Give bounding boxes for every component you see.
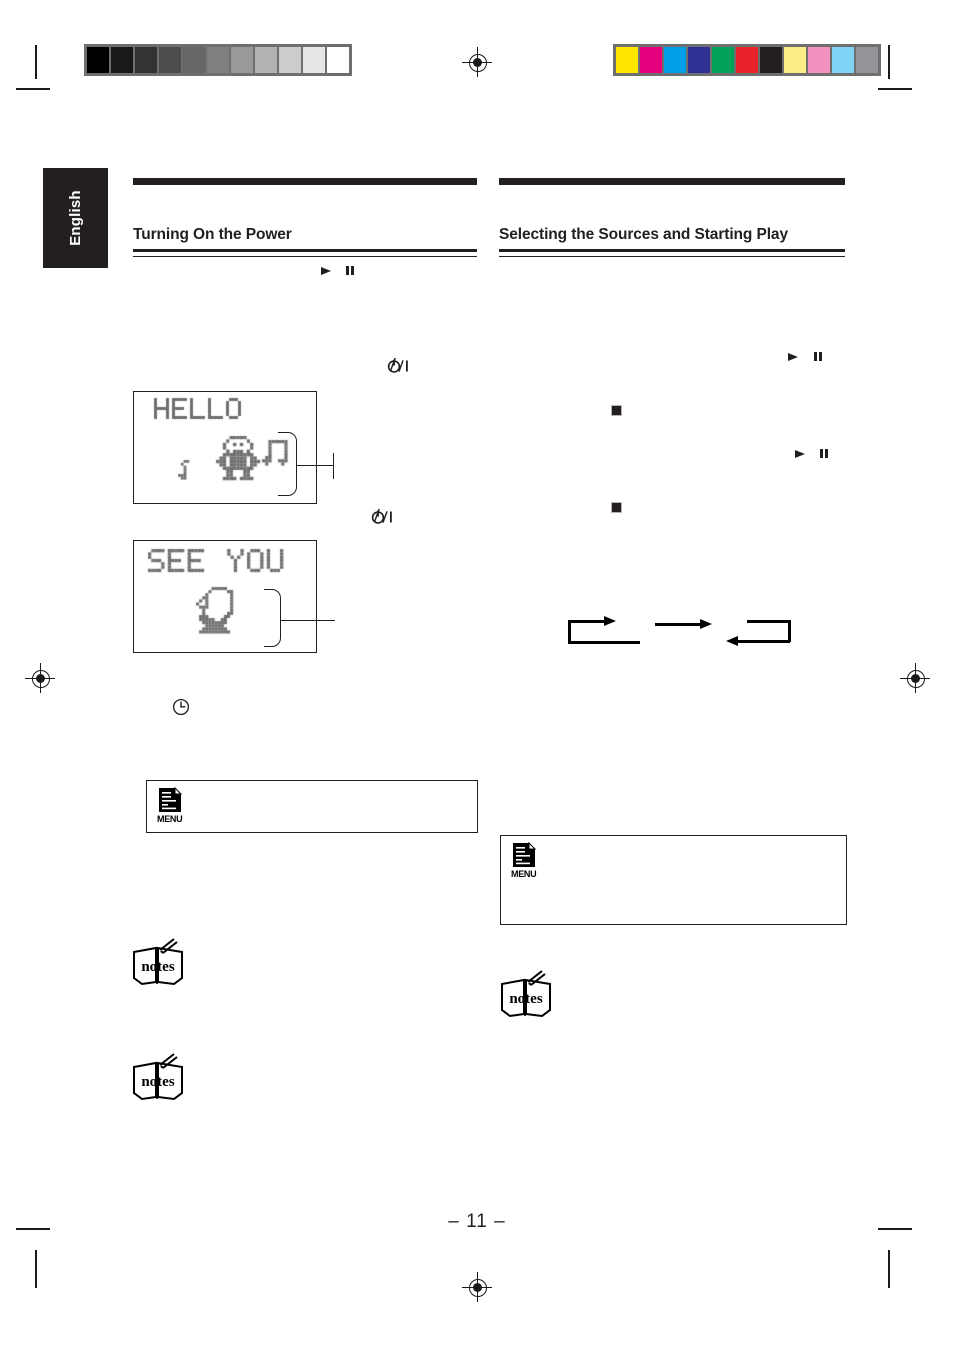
lcd-hello-callout-line [296, 465, 334, 467]
svg-text:notes: notes [509, 991, 542, 1007]
calibration-swatch [688, 47, 710, 73]
menu-callout-box-right: MENU [500, 835, 847, 925]
calibration-swatch [808, 47, 830, 73]
calibration-swatch [736, 47, 758, 73]
calibration-swatch [664, 47, 686, 73]
flow-line-1-bottom [568, 641, 640, 644]
standby-on-icon-lower [370, 507, 396, 530]
flow-line-3-vertical [788, 620, 791, 642]
calibration-swatch [279, 47, 301, 73]
play-icon-right-step-1 [786, 350, 800, 369]
flow-arrowhead-1 [604, 616, 616, 626]
menu-label-right: MENU [511, 869, 537, 879]
header-rule-left [133, 178, 477, 185]
calibration-swatch [856, 47, 878, 73]
menu-callout-box-left: MENU [146, 780, 478, 833]
lcd-hello-callout-vertical [333, 453, 335, 479]
lcd-hello-bracket [278, 432, 297, 496]
section-heading-turning-on-power: Turning On the Power [133, 226, 292, 243]
play-icon-right-step-2 [793, 447, 807, 466]
calibration-swatch [640, 47, 662, 73]
stop-icon-right-bullet-2 [611, 502, 622, 513]
trim-mark-right-upper [878, 88, 912, 90]
play-icon-left-step [319, 264, 333, 283]
calibration-swatch [135, 47, 157, 73]
flow-arrowhead-2 [700, 619, 712, 629]
calibration-swatch [255, 47, 277, 73]
color-calibration-bar [613, 44, 881, 76]
calibration-swatch [327, 47, 349, 73]
calibration-swatch [87, 47, 109, 73]
trim-mark-top-left [35, 45, 37, 79]
lcd-seeyou-bracket [264, 589, 281, 647]
language-tab: English [43, 168, 108, 268]
svg-text:notes: notes [141, 1074, 174, 1090]
heading-underline-thin-left [133, 256, 477, 257]
calibration-swatch [832, 47, 854, 73]
calibration-swatch [159, 47, 181, 73]
calibration-swatch [303, 47, 325, 73]
svg-text:notes: notes [141, 959, 174, 975]
notes-icon-right: notes [498, 970, 554, 1025]
calibration-swatch [712, 47, 734, 73]
registration-mark-bottom-center [462, 1272, 492, 1302]
calibration-swatch [183, 47, 205, 73]
grayscale-calibration-bar [84, 44, 352, 76]
section-heading-selecting-sources: Selecting the Sources and Starting Play [499, 226, 788, 243]
calibration-swatch [207, 47, 229, 73]
header-rule-right [499, 178, 845, 185]
calibration-swatch [231, 47, 253, 73]
flow-line-1-top [568, 620, 606, 623]
registration-mark-left [25, 663, 55, 693]
lcd-display-see-you [133, 540, 317, 653]
notes-icon-left-lower: notes [130, 1053, 186, 1108]
stop-icon-right-bullet-1 [611, 405, 622, 416]
calibration-swatch [760, 47, 782, 73]
heading-underline-thick-left [133, 249, 477, 252]
clock-timer-icon [172, 698, 190, 721]
trim-mark-left-upper [16, 88, 50, 90]
notes-icon-left-upper: notes [130, 938, 186, 993]
trim-mark-top-right [888, 45, 890, 79]
flow-line-3-top [747, 620, 791, 623]
trim-mark-bottom-right [888, 1250, 890, 1288]
heading-underline-thick-right [499, 249, 845, 252]
page-number: – 11 – [448, 1211, 506, 1232]
flow-line-2 [655, 623, 703, 626]
pause-icon-right-step-2 [818, 447, 830, 465]
language-tab-label: English [67, 190, 84, 246]
calibration-swatch [784, 47, 806, 73]
calibration-swatch [616, 47, 638, 73]
lcd-seeyou-callout-line [280, 620, 335, 622]
registration-mark-right [900, 663, 930, 693]
flow-arrowhead-3 [726, 636, 738, 646]
flow-line-3-bottom [737, 640, 790, 643]
registration-mark-top-center [462, 47, 492, 77]
standby-on-icon-upper [386, 356, 412, 379]
pause-icon-left-step [344, 264, 356, 282]
menu-label-left: MENU [157, 814, 183, 824]
pause-icon-right-step-1 [812, 350, 824, 368]
calibration-swatch [111, 47, 133, 73]
trim-mark-bottom-left [35, 1250, 37, 1288]
heading-underline-thin-right [499, 256, 845, 257]
